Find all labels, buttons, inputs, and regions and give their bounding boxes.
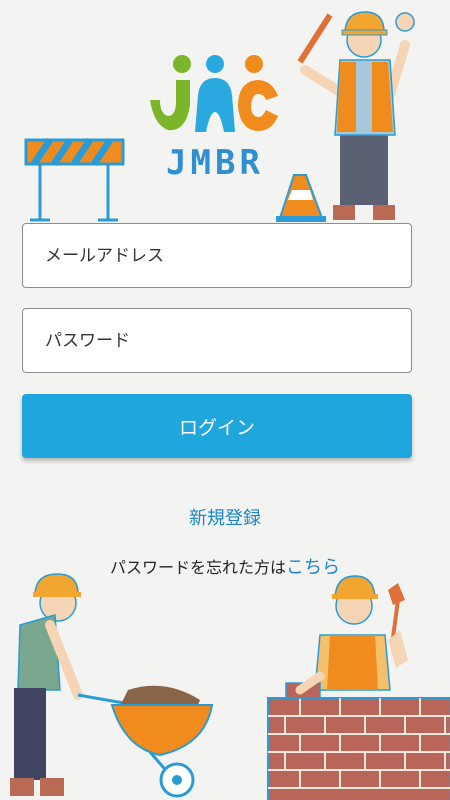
- login-button[interactable]: ログイン: [22, 394, 412, 458]
- app-logo-text: JMBR: [166, 143, 264, 183]
- password-field[interactable]: [22, 308, 412, 373]
- email-field[interactable]: [22, 223, 412, 288]
- worker-wheelbarrow-illustration: [10, 573, 214, 798]
- forgot-password-text: パスワードを忘れた方は: [109, 558, 286, 577]
- logo-mark: [150, 55, 278, 132]
- worker-bricks-illustration: [267, 575, 450, 800]
- forgot-password-link[interactable]: こちら: [286, 557, 340, 578]
- worker-flag-illustration: [297, 11, 415, 220]
- barricade: [24, 138, 125, 222]
- forgot-password-row: パスワードを忘れた方はこちら: [0, 553, 450, 579]
- register-link[interactable]: 新規登録: [0, 504, 450, 530]
